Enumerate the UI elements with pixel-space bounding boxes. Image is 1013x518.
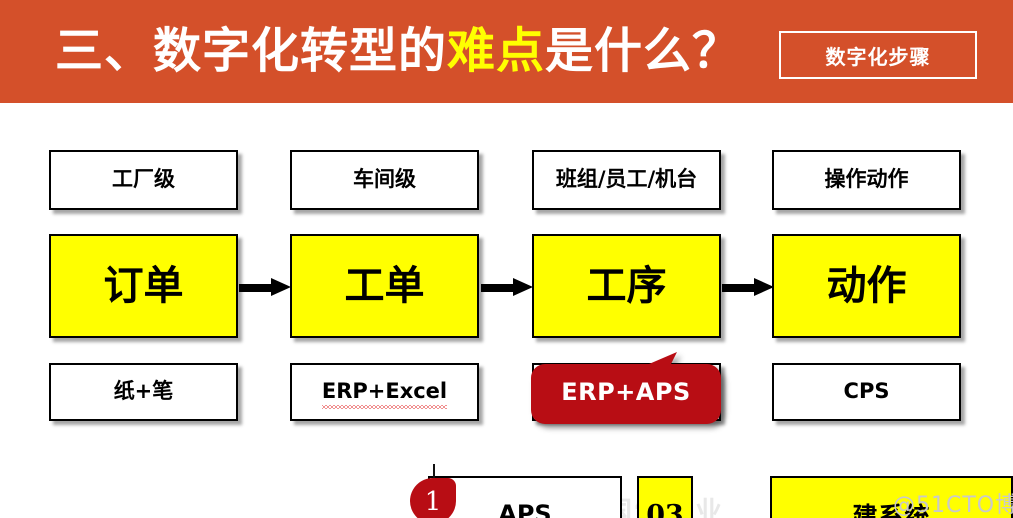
tool-label: CPS (843, 379, 890, 404)
page-title-prefix: 三、数字化转型的 (55, 23, 448, 79)
slide-canvas: 三、数字化转型的难点是什么？ 数字化步骤 工厂级 车间级 班组/员工/机台 操作… (0, 0, 1013, 518)
level-label: 车间级 (353, 167, 416, 192)
tool-box-erp-excel: ERP+Excel (290, 363, 479, 421)
header-banner: 三、数字化转型的难点是什么？ 数字化步骤 (0, 0, 1013, 103)
arrow-head (513, 278, 533, 296)
bottom-aps-label: APS (498, 500, 552, 518)
tool-box-paper-pen: 纸+笔 (49, 363, 238, 421)
tool-label: ERP+Excel (321, 379, 448, 409)
level-box-factory: 工厂级 (49, 150, 238, 210)
level-label: 班组/员工/机台 (555, 167, 698, 192)
bottom-step-number: 03 (646, 499, 684, 518)
right-arrow-icon (239, 278, 291, 296)
entity-box-workorder: 工单 (290, 234, 479, 338)
level-label: 工厂级 (112, 167, 175, 192)
arrow-head (754, 278, 774, 296)
pin-marker-icon: 1 (410, 464, 456, 518)
pin-number: 1 (424, 487, 442, 517)
entity-box-order: 订单 (49, 234, 238, 338)
page-title-suffix: 是什么？ (545, 23, 742, 79)
header-badge-label: 数字化步骤 (825, 44, 931, 69)
page-title-highlight: 难点 (447, 23, 546, 79)
entity-box-process: 工序 (532, 234, 721, 338)
header-badge[interactable]: 数字化步骤 (779, 31, 977, 79)
level-box-operation: 操作动作 (772, 150, 961, 210)
page-title: 三、数字化转型的难点是什么？ (55, 22, 741, 80)
entity-label: 工序 (586, 263, 667, 309)
right-arrow-icon (722, 278, 774, 296)
tool-callout-label: ERP+APS (561, 378, 691, 406)
tool-callout-erp-aps[interactable]: ERP+APS (531, 352, 721, 424)
entity-label: 动作 (826, 263, 907, 309)
level-label: 操作动作 (824, 167, 909, 192)
entity-box-action: 动作 (772, 234, 961, 338)
arrow-shaft (481, 284, 515, 292)
right-arrow-icon (481, 278, 533, 296)
bottom-box-step-number: 03 (637, 476, 693, 518)
bottom-strip: 中国制造业 2018 APS 03 建系统 1 (0, 462, 1013, 518)
bottom-box-build-system: 建系统 (770, 476, 1013, 518)
arrow-shaft (722, 284, 756, 292)
bottom-box-aps: APS (428, 476, 622, 518)
level-box-workshop: 车间级 (290, 150, 479, 210)
arrow-head (271, 278, 291, 296)
entity-label: 工单 (344, 263, 425, 309)
level-box-team: 班组/员工/机台 (532, 150, 721, 210)
arrow-shaft (239, 284, 273, 292)
entity-label: 订单 (103, 263, 184, 309)
tool-label: 纸+笔 (113, 379, 174, 404)
bottom-build-label: 建系统 (852, 502, 931, 518)
tool-box-cps: CPS (772, 363, 961, 421)
